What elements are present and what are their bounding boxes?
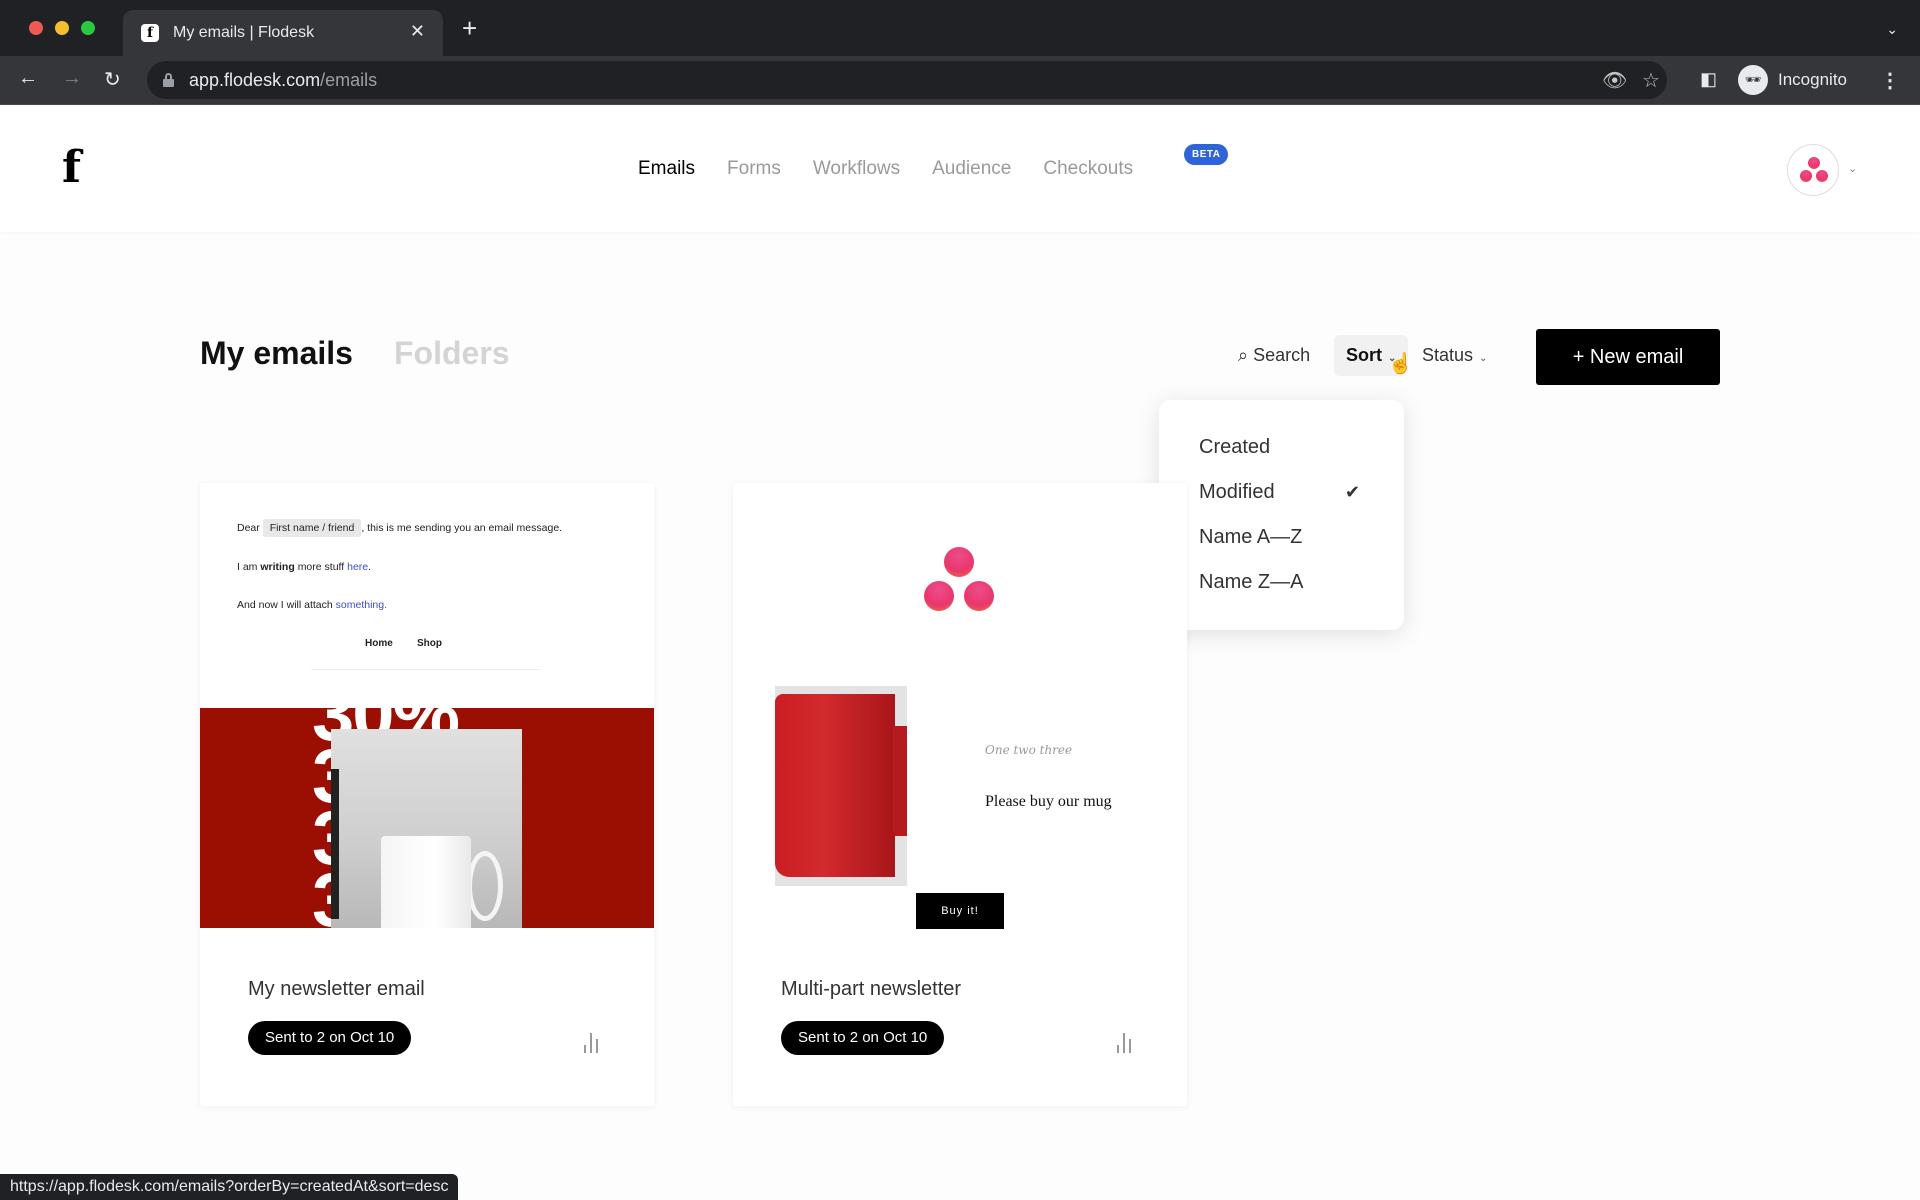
- browser-tab[interactable]: f My emails | Flodesk ✕: [123, 10, 443, 56]
- incognito-profile-button[interactable]: 🕶 Incognito: [1738, 61, 1858, 99]
- preview-divider: [311, 669, 541, 670]
- search-label: Search: [1253, 345, 1311, 365]
- email-preview[interactable]: One two three Please buy our mug Buy it!: [733, 483, 1187, 929]
- status-chevron-icon: ⌄: [1479, 353, 1488, 364]
- preview-line-3: And now I will attach something.: [237, 599, 388, 611]
- side-panel-icon[interactable]: ◧: [1700, 69, 1717, 90]
- preview-buy-button: Buy it!: [916, 893, 1004, 929]
- preview-logo-icon: [923, 547, 995, 613]
- close-tab-icon[interactable]: ✕: [410, 21, 425, 42]
- preview-nav-shop: Shop: [417, 638, 442, 649]
- preview-headline: Please buy our mug: [985, 793, 1112, 810]
- lock-icon: [163, 73, 174, 87]
- window-minimize-button[interactable]: [55, 21, 69, 35]
- search-button[interactable]: ⌕ Search: [1238, 345, 1310, 366]
- red-mug-photo: [775, 686, 907, 886]
- promo-banner: 30% 30% 30% 30%: [200, 708, 654, 928]
- email-card[interactable]: Dear First name / friend, this is me sen…: [200, 483, 654, 1106]
- back-arrow-icon[interactable]: ←: [18, 67, 38, 90]
- link-status-bar: https://app.flodesk.com/emails?orderBy=c…: [0, 1174, 459, 1200]
- bookmark-star-icon[interactable]: ☆: [1642, 68, 1660, 93]
- sort-option-name-z-a[interactable]: Name Z—A: [1199, 571, 1303, 594]
- mug-photo: [331, 729, 522, 928]
- new-email-button[interactable]: + New email: [1536, 329, 1720, 385]
- preview-greeting: Dear First name / friend, this is me sen…: [237, 519, 562, 537]
- window-maximize-button[interactable]: [81, 21, 95, 35]
- status-badge: Sent to 2 on Oct 10: [781, 1021, 945, 1055]
- status-label: Status: [1422, 345, 1474, 365]
- preview-line-2: I am writing more stuff here.: [237, 561, 372, 573]
- incognito-icon: 🕶: [1738, 65, 1768, 95]
- email-card[interactable]: One two three Please buy our mug Buy it!…: [733, 483, 1187, 1106]
- nav-forms[interactable]: Forms: [727, 158, 781, 180]
- stats-bar-chart-icon[interactable]: [1115, 1029, 1135, 1053]
- flodesk-logo[interactable]: f: [62, 142, 81, 193]
- reload-icon[interactable]: ↻: [104, 67, 121, 92]
- browser-menu-icon[interactable]: ⋮: [1880, 68, 1900, 93]
- email-name[interactable]: Multi-part newsletter: [781, 978, 961, 1001]
- nav-emails[interactable]: Emails: [638, 158, 695, 180]
- status-badge: Sent to 2 on Oct 10: [248, 1021, 412, 1055]
- incognito-label: Incognito: [1778, 70, 1847, 89]
- browser-toolbar: ← → ↻ app.flodesk.com/emails 👁 ☆ ◧ 🕶 Inc…: [0, 56, 1920, 105]
- forward-arrow-icon[interactable]: →: [62, 67, 82, 90]
- browser-tab-bar: f My emails | Flodesk ✕ + ⌄: [0, 0, 1920, 56]
- checkmark-icon: ✔: [1345, 482, 1361, 502]
- nav-checkouts[interactable]: Checkouts: [1043, 158, 1133, 180]
- sort-label: Sort: [1346, 345, 1382, 365]
- preview-script-text: One two three: [985, 743, 1073, 757]
- new-tab-button[interactable]: +: [462, 15, 477, 41]
- address-bar[interactable]: app.flodesk.com/emails 👁 ☆: [147, 61, 1667, 99]
- tab-title: My emails | Flodesk: [173, 24, 315, 41]
- merge-tag: First name / friend: [262, 519, 362, 537]
- search-icon: ⌕: [1238, 345, 1249, 365]
- window-close-button[interactable]: [29, 21, 43, 35]
- flodesk-favicon-icon: f: [141, 24, 159, 42]
- sort-dropdown: Created Modified ✔ Name A—Z Name Z—A: [1159, 400, 1404, 630]
- tracking-eye-off-icon[interactable]: 👁: [1602, 68, 1627, 93]
- main-nav: Emails Forms Workflows Audience Checkout…: [638, 158, 1133, 180]
- url-text: app.flodesk.com/emails: [189, 70, 378, 90]
- app-header: f Emails Forms Workflows Audience Checko…: [0, 106, 1920, 232]
- beta-badge: BETA: [1184, 144, 1229, 165]
- hand-cursor-icon: ☝: [1388, 353, 1413, 375]
- account-chevron-icon[interactable]: ⌄: [1848, 162, 1857, 175]
- sort-option-created[interactable]: Created: [1199, 436, 1270, 459]
- account-avatar-button[interactable]: [1787, 144, 1839, 196]
- email-name[interactable]: My newsletter email: [248, 978, 425, 1001]
- stats-bar-chart-icon[interactable]: [582, 1029, 602, 1053]
- nav-audience[interactable]: Audience: [932, 158, 1011, 180]
- email-preview[interactable]: Dear First name / friend, this is me sen…: [200, 483, 654, 928]
- status-filter-button[interactable]: Status ⌄: [1422, 345, 1487, 366]
- sort-option-name-a-z[interactable]: Name A—Z: [1199, 526, 1302, 549]
- sort-option-modified[interactable]: Modified: [1199, 481, 1275, 504]
- preview-nav-home: Home: [365, 638, 393, 649]
- nav-workflows[interactable]: Workflows: [813, 158, 900, 180]
- folders-tab[interactable]: Folders: [394, 335, 510, 372]
- account-logo-icon: [1800, 157, 1828, 185]
- tab-search-chevron-icon[interactable]: ⌄: [1886, 21, 1898, 38]
- page-title[interactable]: My emails: [200, 335, 353, 372]
